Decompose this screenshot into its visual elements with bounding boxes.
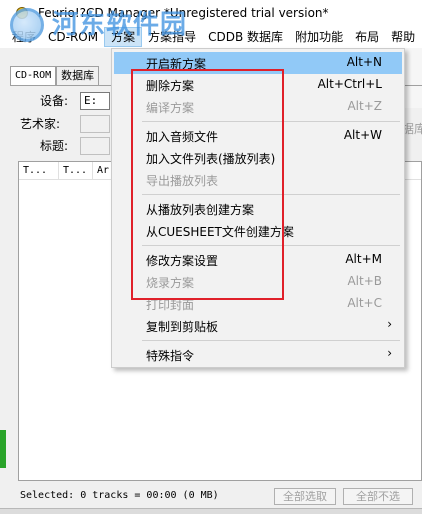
menu-item-special-commands[interactable]: 特殊指令 › xyxy=(114,344,402,366)
menu-item-edit-project[interactable]: 编译方案 Alt+Z xyxy=(114,96,402,118)
menu-item-new-project[interactable]: 开启新方案 Alt+N xyxy=(114,52,402,74)
menu-item-add-audio-file[interactable]: 加入音频文件 Alt+W xyxy=(114,125,402,147)
app-icon xyxy=(16,7,28,19)
menu-project[interactable]: 方案 xyxy=(104,27,143,47)
menu-item-shortcut: Alt+Ctrl+L xyxy=(317,77,382,91)
window-title: Feurio!?CD Manager *Unregistered trial v… xyxy=(38,6,329,20)
menu-item-shortcut: Alt+Z xyxy=(347,99,382,113)
menu-item-label: 开启新方案 xyxy=(146,57,207,71)
column-title[interactable]: T... xyxy=(59,162,93,180)
menu-item-project-from-playlist[interactable]: 从播放列表创建方案 xyxy=(114,198,402,220)
menu-item-add-playlist[interactable]: 加入文件列表(播放列表) xyxy=(114,147,402,169)
menu-separator xyxy=(142,194,400,195)
menu-item-label: 修改方案设置 xyxy=(146,254,219,268)
menu-item-label: 打印封面 xyxy=(146,298,195,312)
menu-item-shortcut: Alt+C xyxy=(347,296,382,310)
submenu-chevron-icon: › xyxy=(387,346,392,360)
database-label-right: 据库 xyxy=(402,122,422,136)
tab-cdrom[interactable]: CD-ROM xyxy=(10,66,57,86)
title-label: 标题: xyxy=(40,139,69,153)
select-all-button[interactable]: 全部选取 xyxy=(274,488,336,505)
menu-item-project-from-cuesheet[interactable]: 从CUESHEET文件创建方案 xyxy=(114,220,402,242)
menu-item-copy-to-clipboard[interactable]: 复制到剪贴板 › xyxy=(114,315,402,337)
project-menu-dropdown: 开启新方案 Alt+N 删除方案 Alt+Ctrl+L 编译方案 Alt+Z 加… xyxy=(111,48,405,368)
menu-item-print-cover[interactable]: 打印封面 Alt+C xyxy=(114,293,402,315)
window-bottom-edge xyxy=(0,508,422,514)
menu-bar: 程序 CD-ROM 方案 方案指导 CDDB 数据库 附加功能 布局 帮助 xyxy=(0,26,422,48)
tab-database[interactable]: 数据库 xyxy=(56,66,100,86)
menu-help[interactable]: 帮助 xyxy=(385,27,421,47)
menu-item-label: 从CUESHEET文件创建方案 xyxy=(146,225,294,239)
main-tabs: CD-ROM 数据库 xyxy=(10,66,100,86)
menu-cddb[interactable]: CDDB 数据库 xyxy=(202,27,289,47)
menu-item-label: 特殊指令 xyxy=(146,349,195,363)
menu-item-label: 导出播放列表 xyxy=(146,174,219,188)
menu-item-label: 复制到剪贴板 xyxy=(146,320,219,334)
menu-item-label: 从播放列表创建方案 xyxy=(146,203,255,217)
menu-program[interactable]: 程序 xyxy=(6,27,42,47)
menu-item-project-settings[interactable]: 修改方案设置 Alt+M xyxy=(114,249,402,271)
menu-separator xyxy=(142,121,400,122)
menu-item-delete-project[interactable]: 删除方案 Alt+Ctrl+L xyxy=(114,74,402,96)
menu-item-label: 删除方案 xyxy=(146,79,195,93)
deselect-all-button[interactable]: 全部不选 xyxy=(343,488,413,505)
menu-layout[interactable]: 布局 xyxy=(349,27,385,47)
title-field[interactable] xyxy=(80,137,110,155)
menu-item-shortcut: Alt+B xyxy=(347,274,382,288)
menu-item-label: 烧录方案 xyxy=(146,276,195,290)
menu-item-export-playlist[interactable]: 导出播放列表 xyxy=(114,169,402,191)
artist-label: 艺术家: xyxy=(20,117,61,131)
menu-item-label: 加入文件列表(播放列表) xyxy=(146,152,276,166)
menu-separator xyxy=(142,245,400,246)
column-track[interactable]: T... xyxy=(19,162,59,180)
selection-status: Selected: 0 tracks = 00:00 (0 MB) xyxy=(20,490,219,501)
menu-cdrom[interactable]: CD-ROM xyxy=(42,27,104,47)
menu-item-label: 编译方案 xyxy=(146,101,195,115)
side-green-strip xyxy=(0,430,6,468)
menu-item-label: 加入音频文件 xyxy=(146,130,219,144)
menu-separator xyxy=(142,340,400,341)
device-select[interactable]: E: xyxy=(80,92,110,110)
menu-item-shortcut: Alt+W xyxy=(343,128,382,142)
menu-item-shortcut: Alt+M xyxy=(345,252,382,266)
menu-extras[interactable]: 附加功能 xyxy=(289,27,349,47)
menu-project-wizard[interactable]: 方案指导 xyxy=(142,27,202,47)
menu-item-burn-project[interactable]: 烧录方案 Alt+B xyxy=(114,271,402,293)
device-label: 设备: xyxy=(40,94,69,108)
submenu-chevron-icon: › xyxy=(387,317,392,331)
menu-item-shortcut: Alt+N xyxy=(346,55,382,69)
title-bar: Feurio!?CD Manager *Unregistered trial v… xyxy=(0,0,422,26)
artist-field[interactable] xyxy=(80,115,110,133)
